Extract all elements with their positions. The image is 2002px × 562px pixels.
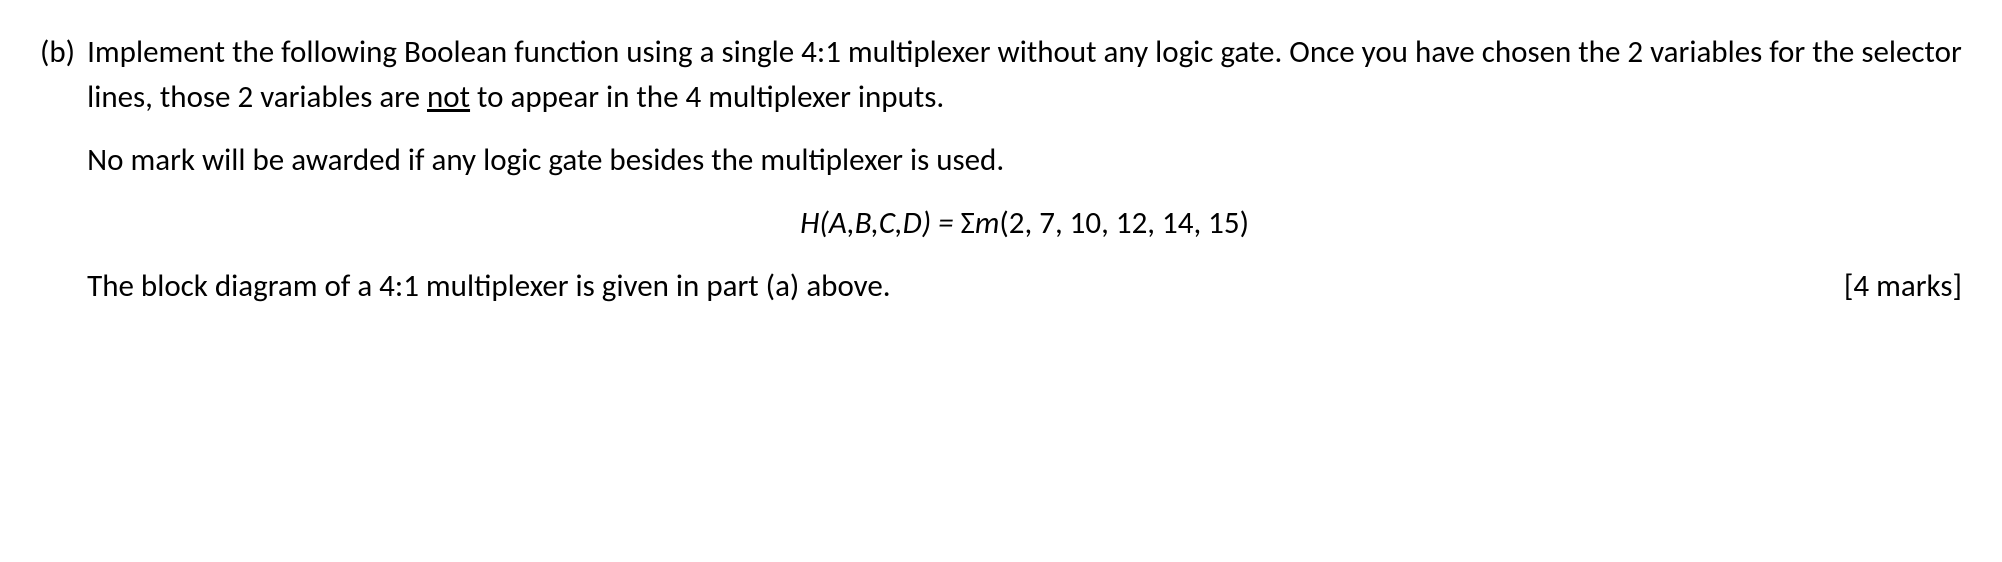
formula-sigma: Σ (961, 204, 975, 242)
marks-label: [4 marks] (1844, 264, 1962, 309)
formula: H(A,B,C,D) = Σm(2, 7, 10, 12, 14, 15) (87, 201, 1962, 246)
formula-func: H (800, 204, 819, 242)
para1-underlined: not (427, 78, 470, 116)
last-line-row: The block diagram of a 4:1 multiplexer i… (87, 264, 1962, 309)
block-diagram-note: The block diagram of a 4:1 multiplexer i… (87, 264, 891, 309)
formula-nums: (2, 7, 10, 12, 14, 15) (999, 204, 1249, 242)
para1-part2: to appear in the 4 multiplexer inputs. (470, 78, 944, 116)
para1-part1: Implement the following Boolean function… (87, 33, 1962, 116)
paragraph-1: Implement the following Boolean function… (87, 30, 1962, 120)
formula-vars: A,B,C,D (829, 204, 922, 242)
question-content: Implement the following Boolean function… (87, 30, 1962, 309)
formula-equals: = (931, 204, 960, 242)
formula-m: m (975, 204, 1000, 242)
question-item: (b) Implement the following Boolean func… (40, 30, 1962, 309)
formula-open-paren: ( (819, 204, 828, 242)
no-mark-note: No mark will be awarded if any logic gat… (87, 138, 1962, 183)
formula-close-paren: ) (922, 204, 931, 242)
question-label: (b) (40, 30, 75, 309)
